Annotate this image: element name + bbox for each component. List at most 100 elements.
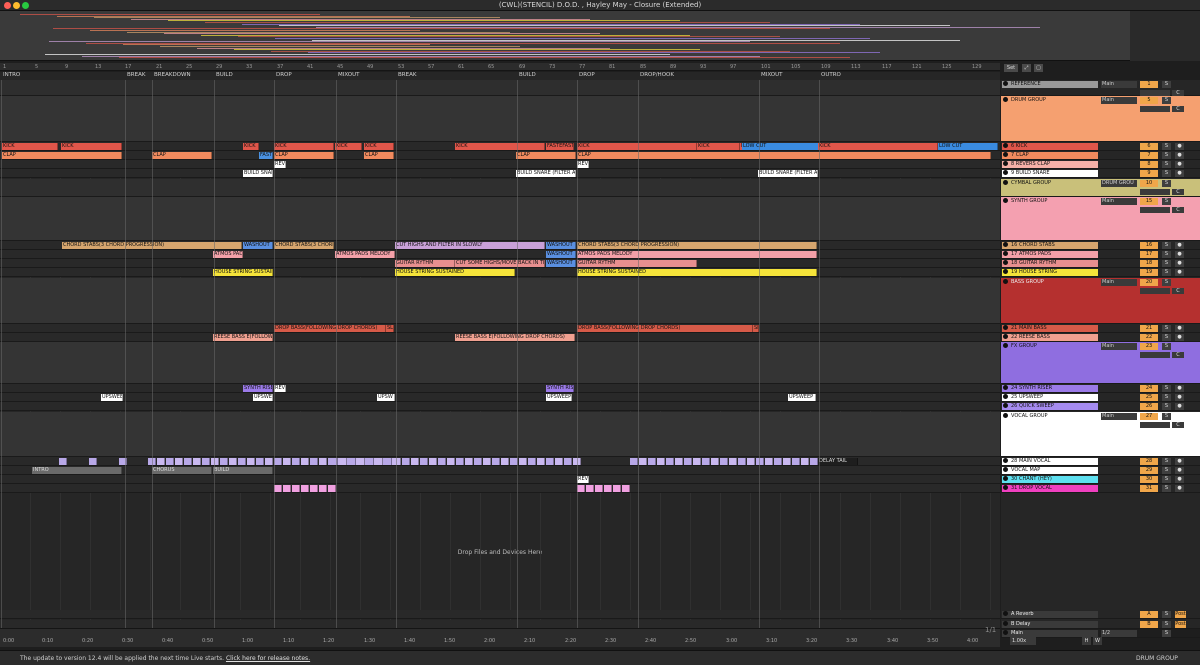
vocal-chop-clip[interactable] xyxy=(519,458,527,465)
track-routing-select[interactable]: Main xyxy=(1101,343,1137,350)
track-name[interactable]: 28 MAIN VOCAL xyxy=(1002,458,1098,465)
locator-intro[interactable]: INTRO xyxy=(3,72,20,78)
solo-button[interactable]: S xyxy=(1162,269,1171,276)
vocal-chop-clip[interactable] xyxy=(366,458,374,465)
track-name[interactable]: SYNTH GROUP xyxy=(1002,198,1098,205)
drop-vocal-chop-clip[interactable] xyxy=(310,485,318,492)
track-number-button[interactable]: 8 xyxy=(1140,161,1158,168)
track-fold-icon[interactable] xyxy=(1003,198,1008,203)
track-fold-icon[interactable] xyxy=(1003,279,1008,284)
track-number-button[interactable]: 9 xyxy=(1140,170,1158,177)
vocal-chop-clip[interactable] xyxy=(474,458,482,465)
track-fold-icon[interactable] xyxy=(1003,458,1008,463)
clip[interactable]: DROP BASS(FOLLOWING DROP CHORDS) xyxy=(274,325,386,332)
arm-button[interactable]: ● xyxy=(1175,251,1184,258)
clip[interactable]: CUT HIGHS AND FILTER IN SLOWLY xyxy=(395,242,545,249)
track-lane[interactable] xyxy=(0,620,1000,628)
solo-button[interactable]: S xyxy=(1162,630,1171,637)
vocal-chop-clip[interactable] xyxy=(528,458,536,465)
clip[interactable]: HOUSE STRING SUSTAINED xyxy=(577,269,817,276)
track-number-button[interactable]: 26 xyxy=(1140,403,1158,410)
solo-button[interactable]: S xyxy=(1162,334,1171,341)
track-routing-select[interactable]: Main xyxy=(1101,198,1137,205)
solo-button[interactable]: S xyxy=(1162,343,1171,350)
track-fold-icon[interactable] xyxy=(1003,269,1008,274)
track-number-button[interactable]: 19 xyxy=(1140,269,1158,276)
track-number-button[interactable]: 6 xyxy=(1140,143,1158,150)
track-fold-icon[interactable] xyxy=(1003,485,1008,490)
vocal-chop-clip[interactable] xyxy=(702,458,710,465)
vocal-chop-clip[interactable] xyxy=(711,458,719,465)
track-fold-icon[interactable] xyxy=(1003,325,1008,330)
clip[interactable]: KICK xyxy=(243,143,259,150)
track-number-button[interactable]: 20 xyxy=(1140,279,1158,286)
track-name[interactable]: VOCAL MAP xyxy=(1002,467,1098,474)
drop-vocal-chop-clip[interactable] xyxy=(586,485,594,492)
arm-button[interactable]: Post xyxy=(1175,611,1186,618)
clip[interactable]: REV xyxy=(274,161,286,168)
clip[interactable]: HOUSE STRING SUSTAINED xyxy=(395,269,515,276)
track-lane[interactable] xyxy=(0,466,1000,475)
vocal-chop-clip[interactable] xyxy=(393,458,401,465)
clip[interactable]: CLAP xyxy=(577,152,991,159)
track-fold-icon[interactable] xyxy=(1003,394,1008,399)
track-name[interactable]: 18 GUITAR RYTHM xyxy=(1002,260,1098,267)
track-fold-icon[interactable] xyxy=(1003,476,1008,481)
clip[interactable]: ATMOS PADS MELODY xyxy=(577,251,817,258)
vocal-chop-clip[interactable] xyxy=(774,458,782,465)
track-lane[interactable] xyxy=(0,278,1000,324)
clip[interactable]: CHORUS xyxy=(152,467,212,474)
solo-button[interactable]: S xyxy=(1162,394,1171,401)
solo-button[interactable]: S xyxy=(1162,170,1171,177)
track-lane[interactable] xyxy=(0,179,1000,197)
track-number-button[interactable]: 10 xyxy=(1140,180,1158,187)
vocal-chop-clip[interactable] xyxy=(792,458,800,465)
vocal-chop-clip[interactable] xyxy=(546,458,554,465)
vocal-chop-clip[interactable] xyxy=(747,458,755,465)
vocal-chop-clip[interactable] xyxy=(630,458,638,465)
track-number-button[interactable]: 23 xyxy=(1140,343,1158,350)
vocal-chop-clip[interactable] xyxy=(202,458,210,465)
track-fold-icon[interactable] xyxy=(1003,630,1008,635)
track-pan-control[interactable] xyxy=(1140,288,1170,294)
drop-vocal-chop-clip[interactable] xyxy=(604,485,612,492)
arm-button[interactable]: ● xyxy=(1175,161,1184,168)
track-routing-select[interactable]: 1/2 xyxy=(1101,630,1137,637)
solo-button[interactable]: S xyxy=(1162,143,1171,150)
vocal-chop-clip[interactable] xyxy=(810,458,818,465)
bar-ruler[interactable]: 1 5 9 13 17 21 25 29 33 37 41 45 49 53 57 61 65 69 73 77 81 8… xyxy=(0,63,1000,71)
clip[interactable]: UPSW xyxy=(377,394,395,401)
track-name[interactable]: 31 DROP VOCAL xyxy=(1002,485,1098,492)
track-lane[interactable] xyxy=(0,402,1000,411)
arm-button[interactable]: ● xyxy=(1175,467,1184,474)
drop-vocal-chop-clip[interactable] xyxy=(319,485,327,492)
track-number-button[interactable]: 21 xyxy=(1140,325,1158,332)
tempo-follow-field[interactable]: 1.00x xyxy=(1010,637,1036,645)
clip[interactable]: ATMOS PADS MELODY xyxy=(335,251,395,258)
track-routing-select[interactable]: Main xyxy=(1101,279,1137,286)
vocal-chop-clip[interactable] xyxy=(220,458,228,465)
locator-drop[interactable]: DROP xyxy=(276,72,292,78)
vocal-chop-clip[interactable] xyxy=(465,458,473,465)
vocal-chop-clip[interactable] xyxy=(492,458,500,465)
arm-button[interactable]: ● xyxy=(1175,152,1184,159)
vocal-chop-clip[interactable] xyxy=(319,458,327,465)
vocal-chop-clip[interactable] xyxy=(783,458,791,465)
arm-button[interactable]: ● xyxy=(1175,170,1184,177)
track-lane[interactable] xyxy=(0,393,1000,402)
track-pan-control[interactable] xyxy=(1140,189,1170,195)
vocal-chop-clip[interactable] xyxy=(420,458,428,465)
clip[interactable]: ATMOS PADS xyxy=(213,251,243,258)
clip[interactable]: HOUSE STRING SUSTAIN xyxy=(213,269,273,276)
vocal-chop-clip[interactable] xyxy=(384,458,392,465)
track-fold-icon[interactable] xyxy=(1003,170,1008,175)
vocal-chop-clip[interactable] xyxy=(292,458,300,465)
locator-drop[interactable]: DROP xyxy=(579,72,595,78)
track-fold-icon[interactable] xyxy=(1003,143,1008,148)
clip[interactable]: REVE xyxy=(274,385,286,392)
clip[interactable]: SYNTH RISI xyxy=(546,385,574,392)
vocal-chop-clip[interactable] xyxy=(247,458,255,465)
arm-button[interactable]: ● xyxy=(1175,458,1184,465)
vocal-chop-clip[interactable] xyxy=(693,458,701,465)
vocal-chop-clip[interactable] xyxy=(801,458,809,465)
